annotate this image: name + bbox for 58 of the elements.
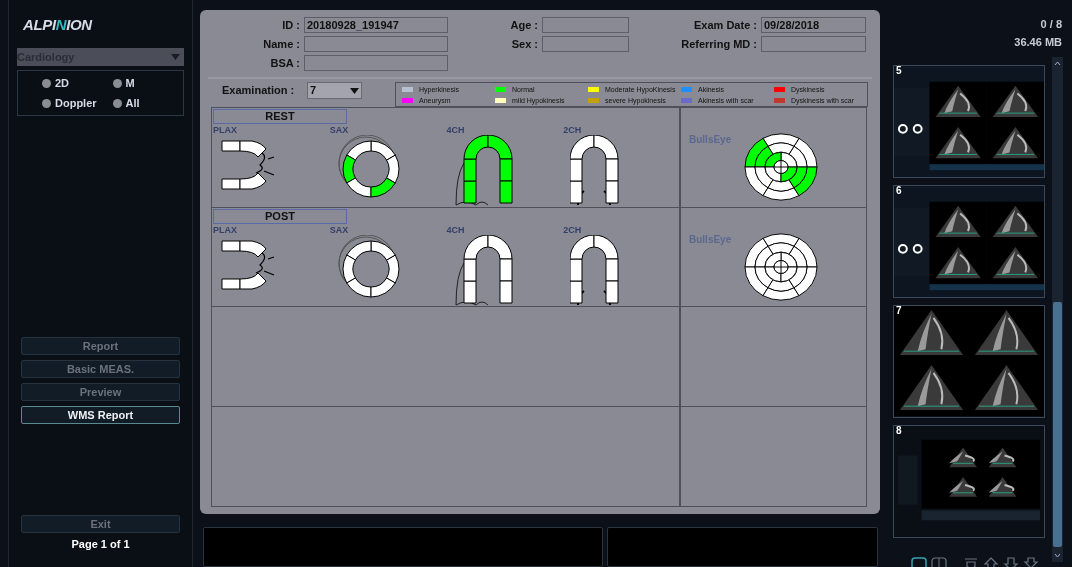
thumbnail-number: 6	[896, 186, 902, 196]
text-field[interactable]	[304, 36, 448, 52]
thumbnail[interactable]: 5	[893, 65, 1045, 178]
short-axis-drawing	[336, 135, 401, 199]
view-label: SAX	[329, 125, 349, 135]
last-page-icon[interactable]	[1023, 557, 1039, 567]
caret-icon	[350, 87, 359, 94]
page-up-icon[interactable]	[983, 557, 999, 567]
text-field[interactable]	[542, 36, 629, 52]
sidebar-button[interactable]: WMS Report	[21, 406, 180, 424]
view-label: 4CH	[446, 125, 465, 135]
thumbnail[interactable]: 7	[893, 305, 1045, 418]
logo: ALPINION	[22, 15, 94, 35]
stage-label: POST	[213, 208, 347, 224]
text-field[interactable]: 20180928_191947	[304, 17, 448, 33]
short-axis-drawing	[336, 234, 401, 299]
view-label: SAX	[329, 224, 349, 235]
view-label: 2CH	[563, 224, 582, 235]
text-field[interactable]: 09/28/2018	[761, 17, 866, 33]
thumbnail[interactable]: 6	[893, 185, 1045, 298]
field-label: Name :	[262, 37, 300, 52]
four-chamber-drawing	[453, 135, 516, 207]
text-field[interactable]	[761, 36, 866, 52]
field-label: Exam Date :	[693, 18, 757, 33]
mode-radio[interactable]: Doppler	[42, 96, 113, 110]
view-label: 4CH	[446, 224, 465, 235]
scrollbar[interactable]	[1052, 57, 1063, 562]
mode-radio[interactable]: M	[112, 76, 183, 90]
field-label: BSA :	[269, 56, 300, 71]
field-label: ID :	[281, 18, 300, 33]
image-count: 0 / 8	[1039, 17, 1062, 32]
two-chamber-drawing	[570, 135, 621, 207]
scroll-up-icon[interactable]	[1053, 59, 1062, 68]
view-label: PLAX	[213, 125, 237, 135]
page-down-icon[interactable]	[1003, 557, 1019, 567]
stage-label: REST	[213, 109, 347, 124]
text-field[interactable]	[304, 55, 448, 71]
field-label: Referring MD :	[680, 37, 757, 52]
dual-view-icon[interactable]	[931, 557, 947, 567]
mode-radio[interactable]: All	[112, 96, 183, 110]
thumbnail-number: 7	[896, 306, 902, 316]
single-view-icon[interactable]	[911, 557, 927, 567]
text-field[interactable]	[542, 17, 629, 33]
thumbnail-number: 8	[896, 426, 902, 436]
field-label: Age :	[509, 18, 538, 33]
thumbnail[interactable]: 8	[893, 425, 1045, 538]
examination-label: Examination :	[222, 83, 296, 98]
thumbnail-number: 5	[896, 66, 902, 76]
first-page-icon[interactable]	[963, 557, 979, 567]
mode-radio[interactable]: 2D	[42, 76, 113, 90]
storage-size: 36.46 MB	[1013, 35, 1062, 50]
caret-icon	[171, 54, 180, 60]
field-label: Sex :	[510, 37, 538, 52]
examination-dropdown[interactable]: 7	[307, 82, 362, 99]
page-indicator: Page 1 of 1	[70, 537, 131, 552]
view-label: PLAX	[213, 224, 237, 235]
scroll-down-icon[interactable]	[1053, 551, 1062, 560]
view-label: 2CH	[563, 125, 582, 135]
